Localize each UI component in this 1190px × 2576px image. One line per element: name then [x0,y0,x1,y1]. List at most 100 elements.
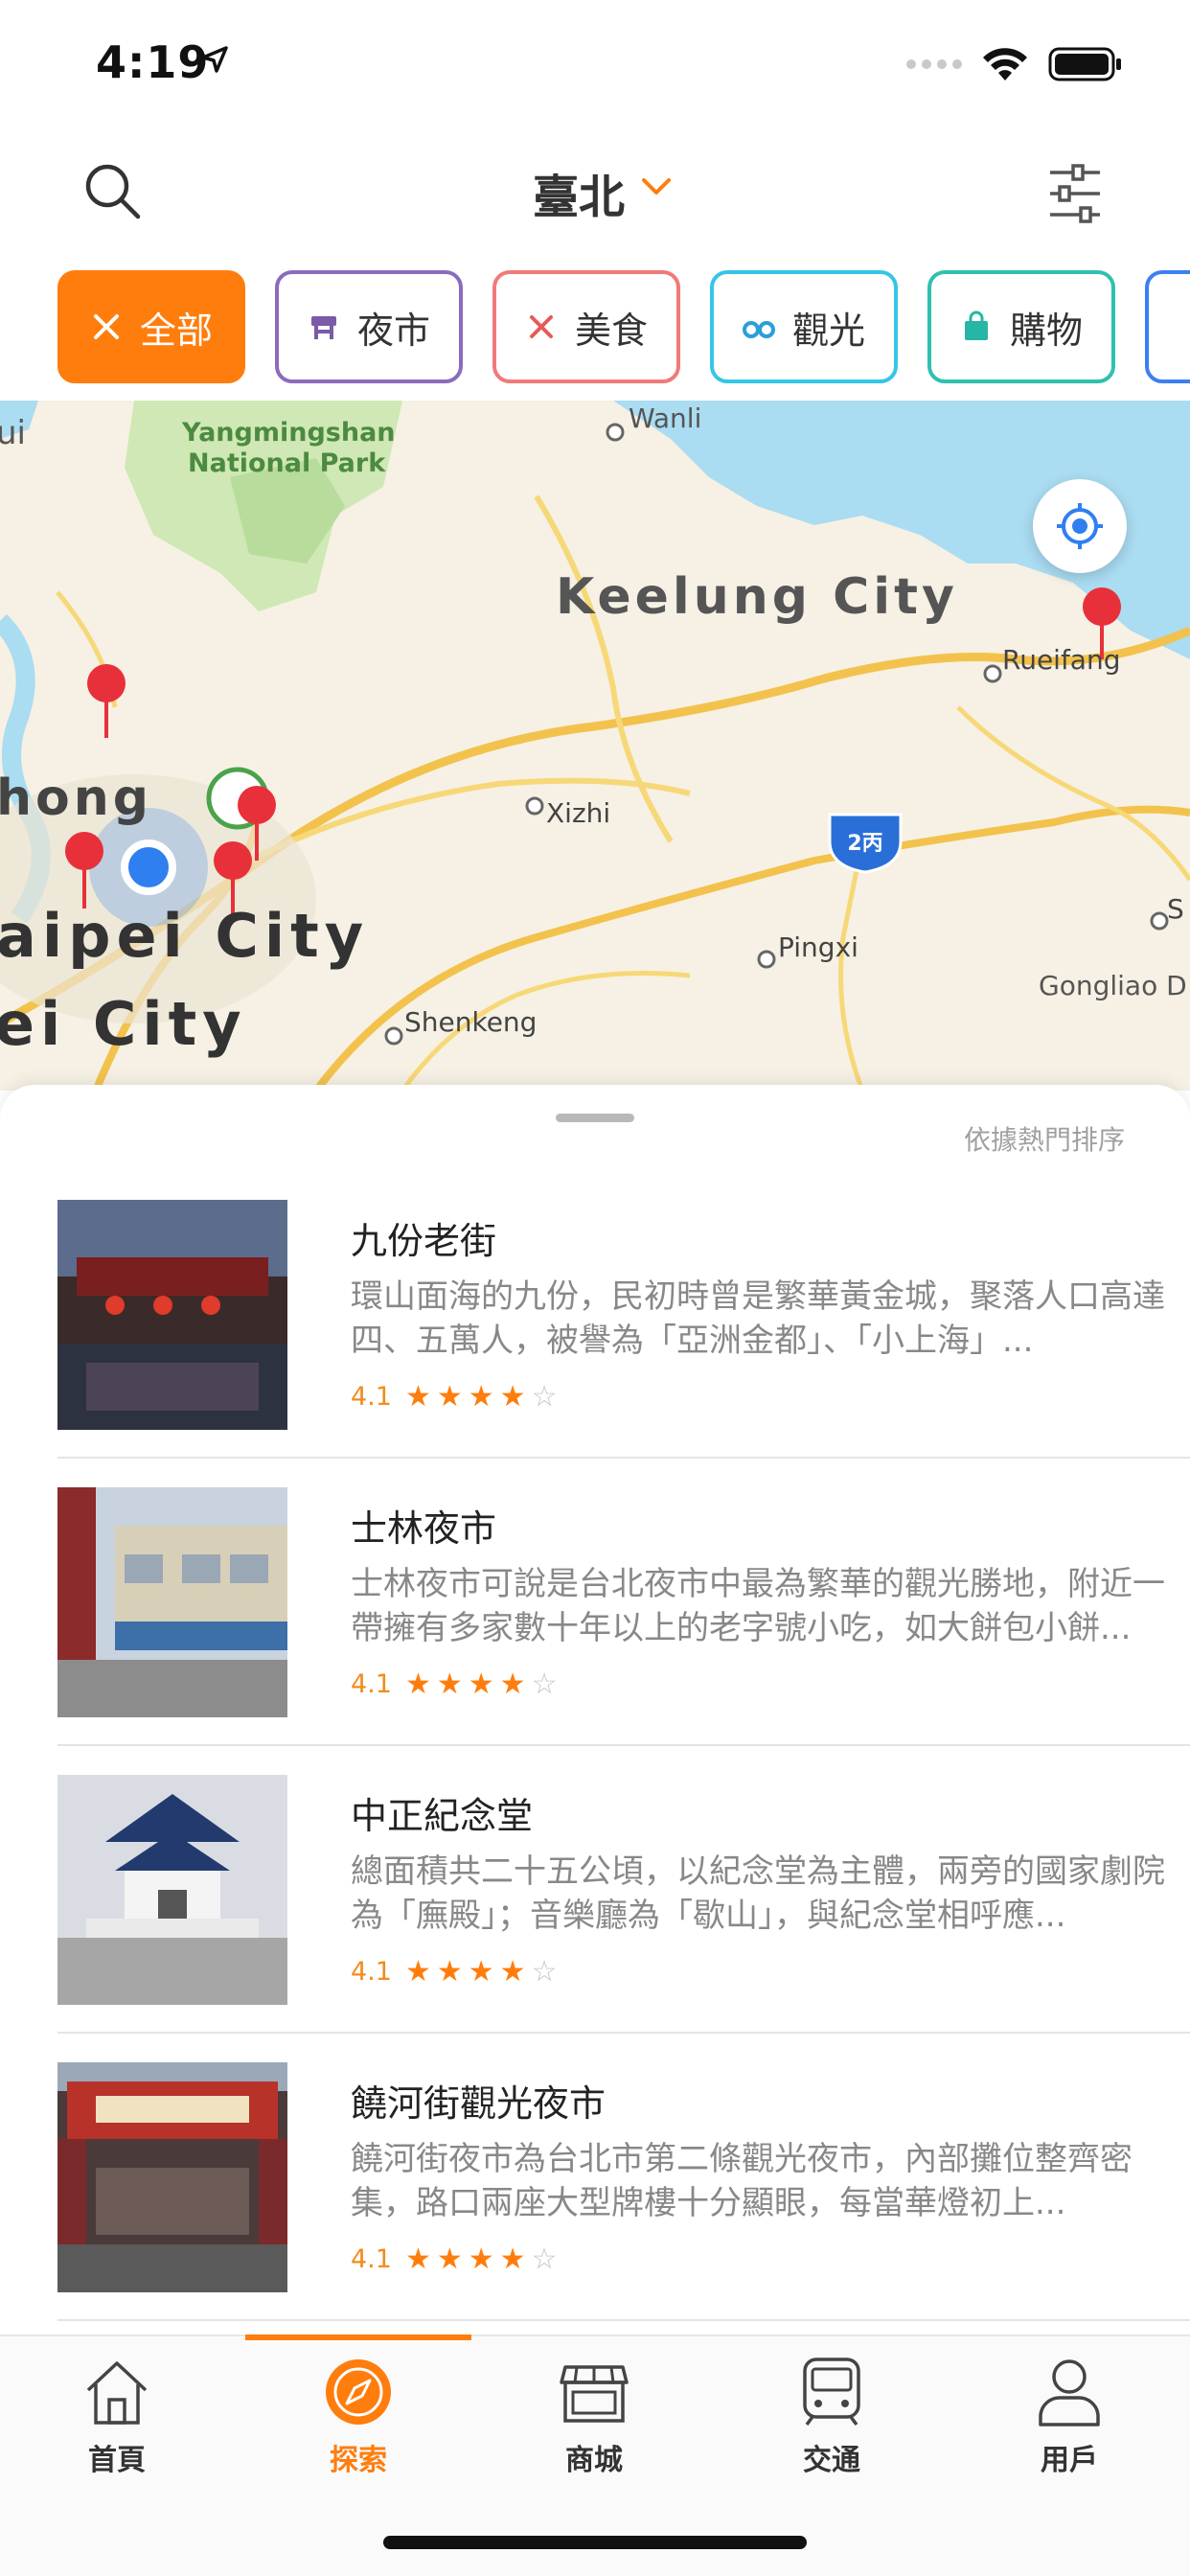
map-label: Pingxi [778,932,858,963]
map-canvas: Wanli Yangmingshan National Park Keelung… [0,401,1190,1091]
star-filled-icon: ★ [436,1379,463,1414]
tab-label: 交通 [803,2444,860,2477]
item-rating: 4.1 ★ ★ ★ ★ ☆ [351,2244,557,2274]
star-empty-icon: ☆ [531,1667,558,1701]
item-title: 饒河街觀光夜市 [351,2082,606,2125]
tab-label: 探索 [330,2444,387,2477]
star-filled-icon: ★ [468,1667,494,1701]
compass-icon [326,2359,391,2425]
search-icon [85,164,141,219]
map-label: Keelung City [556,568,958,626]
sort-label[interactable]: 依據熱門排序 [964,1119,1125,1158]
star-filled-icon: ★ [499,1379,526,1414]
rating-value: 4.1 [351,1382,392,1412]
list-item[interactable]: 士林夜市 士林夜市可說是台北夜市中最為繁華的觀光勝地，附近一帶擁有多家數十年以上… [57,1459,1190,1746]
wifi-icon [983,48,1027,80]
chip-shopping[interactable]: 購物 [927,270,1115,383]
active-tab-indicator [245,2334,471,2340]
item-description: 環山面海的九份，民初時曾是繁華黃金城，聚落人口高達四、五萬人，被譽為「亞洲金都」… [351,1277,1165,1360]
rating-value: 4.1 [351,2244,392,2274]
header: 臺北 [0,134,1190,259]
home-indicator[interactable] [383,2536,807,2549]
star-filled-icon: ★ [468,1379,494,1414]
chip-food[interactable]: 美食 [492,270,680,383]
status-bar: 4:19 [0,0,1190,134]
status-indicators [906,46,1123,82]
store-icon [560,2365,629,2423]
chip-all[interactable]: 全部 [57,270,245,383]
star-filled-icon: ★ [404,1379,431,1414]
tab-transport[interactable]: 交通 [755,2356,908,2499]
star-empty-icon: ☆ [531,1954,558,1989]
sliders-icon [1050,164,1100,223]
star-filled-icon: ★ [436,1667,463,1701]
map-label: aipei City [0,901,369,971]
item-rating: 4.1 ★ ★ ★ ★ ☆ [351,1669,557,1699]
map-label: National Park [188,448,386,478]
map-label: hong [0,770,152,827]
tab-label: 商城 [565,2444,623,2477]
item-description: 饒河街夜市為台北市第二條觀光夜市，內部攤位整齊密集，路口兩座大型牌樓十分顯眼，每… [351,2140,1133,2222]
map-label: Gongliao D [1039,970,1187,1001]
tab-home[interactable]: 首頁 [40,2356,194,2499]
list-item[interactable]: 九份老街 環山面海的九份，民初時曾是繁華黃金城，聚落人口高達四、五萬人，被譽為「… [57,1171,1190,1459]
fork-knife-icon [529,315,553,338]
thumbnail-image [57,2062,287,2292]
chip-night-market[interactable]: 夜市 [275,270,463,383]
search-button[interactable] [82,161,149,228]
status-time: 4:19 [96,36,210,88]
chevron-down-icon[interactable] [640,174,673,199]
home-icon [86,2361,148,2425]
item-title: 中正紀念堂 [351,1795,534,1837]
star-filled-icon: ★ [468,2242,494,2276]
star-filled-icon: ★ [468,1954,494,1989]
list-item[interactable]: 中正紀念堂 總面積共二十五公頃，以紀念堂為主體，兩旁的國家劇院為「廡殿」；音樂廳… [57,1746,1190,2034]
tab-user[interactable]: 用戶 [993,2356,1146,2499]
list-item[interactable]: 饒河街觀光夜市 饒河街夜市為台北市第二條觀光夜市，內部攤位整齊密集，路口兩座大型… [57,2034,1190,2321]
star-filled-icon: ★ [436,1954,463,1989]
map-label: Wanli [629,402,701,434]
shopping-bag-icon [964,310,988,340]
category-chips: 全部 夜市 美食 觀光 購物 [0,270,1190,385]
rating-value: 4.1 [351,1669,392,1699]
map-label: S [1167,893,1184,925]
tab-label: 首頁 [88,2444,146,2477]
user-location-dot [121,840,176,895]
battery-icon [1048,47,1121,81]
map-label: Shenkeng [404,1006,537,1038]
sheet-drag-handle[interactable] [556,1114,634,1122]
star-empty-icon: ☆ [531,1379,558,1414]
utensils-icon [93,314,119,339]
chip-more[interactable] [1145,270,1190,383]
thumbnail-image [57,1200,287,1430]
tab-store[interactable]: 商城 [517,2356,671,2499]
map-label: ui [0,414,26,452]
city-selector[interactable]: 臺北 [533,159,625,226]
star-filled-icon: ★ [499,1954,526,1989]
star-filled-icon: ★ [404,1954,431,1989]
tab-explore[interactable]: 探索 [282,2356,435,2499]
map-label: Xizhi [546,797,610,829]
map-view[interactable]: Wanli Yangmingshan National Park Keelung… [0,401,1190,1091]
item-description: 總面積共二十五公頃，以紀念堂為主體，兩旁的國家劇院為「廡殿」；音樂廳為「歇山」，… [351,1852,1165,1935]
chip-sightseeing[interactable]: 觀光 [710,270,898,383]
map-pin[interactable] [87,664,126,738]
item-title: 士林夜市 [351,1507,497,1550]
chip-label: 全部 [139,309,213,352]
cellular-signal-icon [906,59,962,69]
chip-label: 購物 [1009,309,1083,352]
filter-button[interactable] [1046,163,1104,224]
star-filled-icon: ★ [499,1667,526,1701]
chip-label: 觀光 [791,309,865,352]
star-filled-icon: ★ [404,2242,431,2276]
binoculars-icon [742,321,775,338]
locate-me-button[interactable] [1033,479,1127,573]
results-sheet: 依據熱門排序 九份老街 環山面海的九份，民初時曾是繁華黃金城，聚落人口高達四、五… [0,1085,1190,2338]
location-arrow-icon [201,46,228,73]
highway-label: 2丙 [847,832,882,856]
chip-label: 美食 [574,309,648,352]
map-label: Rueifang [1002,644,1120,676]
rating-value: 4.1 [351,1957,392,1987]
stall-icon [310,316,336,339]
item-rating: 4.1 ★ ★ ★ ★ ☆ [351,1382,557,1412]
